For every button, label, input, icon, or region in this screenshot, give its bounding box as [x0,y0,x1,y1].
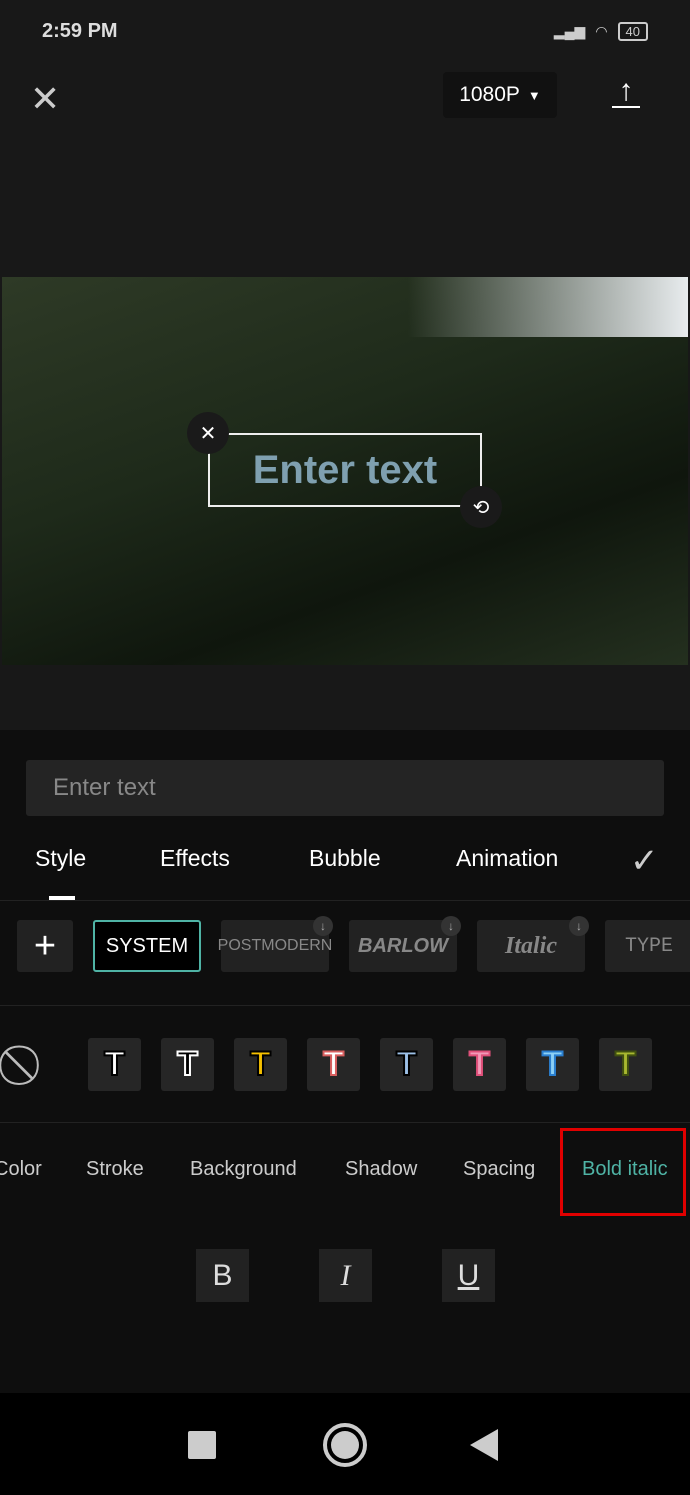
prop-spacing[interactable]: Spacing [463,1158,535,1181]
highlight-box [560,1128,686,1216]
text-input[interactable]: Enter text [26,760,664,816]
font-label: Italic [505,932,557,959]
font-label: SYSTEM [105,934,189,957]
overlay-text: Enter text [252,447,438,492]
text-overlay-box[interactable]: Enter text [208,433,482,507]
prop-background[interactable]: Background [190,1158,297,1181]
font-system[interactable]: SYSTEM [93,920,201,972]
battery-icon: 40 [617,22,648,41]
bold-button[interactable]: B [196,1249,249,1302]
download-icon: ↓ [441,916,461,936]
tab-effects[interactable]: Effects [160,845,230,872]
resolution-dropdown[interactable]: 1080P ▼ [443,72,557,118]
download-icon: ↓ [569,916,589,936]
tab-bubble[interactable]: Bubble [309,845,381,872]
rotate-scale-icon[interactable]: ⟲ [460,486,502,528]
status-icons: ▂▄▆ ◠ 40 [554,22,648,41]
font-postmodern[interactable]: POSTMODERN ↓ [218,916,333,972]
style-preset[interactable]: T [88,1038,141,1091]
wifi-icon: ◠ [595,23,608,39]
italic-label: I [340,1258,351,1292]
close-icon[interactable]: ✕ [30,78,60,120]
confirm-check-icon[interactable]: ✓ [630,841,659,881]
font-label: BARLOW [358,934,448,957]
remove-text-icon[interactable]: ✕ [187,412,229,454]
system-nav-bar [0,1393,690,1495]
style-preset[interactable]: T [307,1038,360,1091]
font-list: + SYSTEM POSTMODERN ↓ BARLOW ↓ Italic ↓ TYP… [17,916,690,972]
tab-style[interactable]: Style [35,845,86,872]
status-time: 2:59 PM [42,20,118,42]
recents-icon[interactable] [188,1431,216,1459]
font-label: POSTMODERN [217,937,333,954]
prop-stroke[interactable]: Stroke [86,1158,144,1181]
style-presets: ⃠ T T T T T T T T [28,1038,652,1091]
style-preset[interactable]: T [599,1038,652,1091]
prop-color[interactable]: Color [0,1158,42,1181]
caret-down-icon: ▼ [527,87,541,103]
style-preset[interactable]: T [453,1038,506,1091]
font-type[interactable]: TYPE [605,920,690,972]
style-preset[interactable]: T [234,1038,287,1091]
underline-label: U [457,1258,480,1292]
tab-animation[interactable]: Animation [456,845,558,872]
bold-label: B [212,1258,233,1292]
signal-icon: ▂▄▆ [553,23,586,39]
style-preset[interactable]: T [380,1038,433,1091]
underline-button[interactable]: U [442,1249,495,1302]
back-icon[interactable] [470,1429,498,1461]
font-barlow[interactable]: BARLOW ↓ [349,916,461,972]
prop-shadow[interactable]: Shadow [345,1158,417,1181]
style-preset[interactable]: T [526,1038,579,1091]
download-icon: ↓ [313,916,333,936]
font-label: TYPE [625,934,674,958]
style-preset[interactable]: T [161,1038,214,1091]
export-icon[interactable]: ↑ [612,76,640,108]
add-font-button[interactable]: + [17,920,73,972]
resolution-label: 1080P [459,83,520,106]
font-italic[interactable]: Italic ↓ [477,916,589,972]
italic-button[interactable]: I [319,1249,372,1302]
no-style-icon[interactable]: ⃠ [28,1042,68,1087]
home-icon[interactable] [323,1423,367,1467]
